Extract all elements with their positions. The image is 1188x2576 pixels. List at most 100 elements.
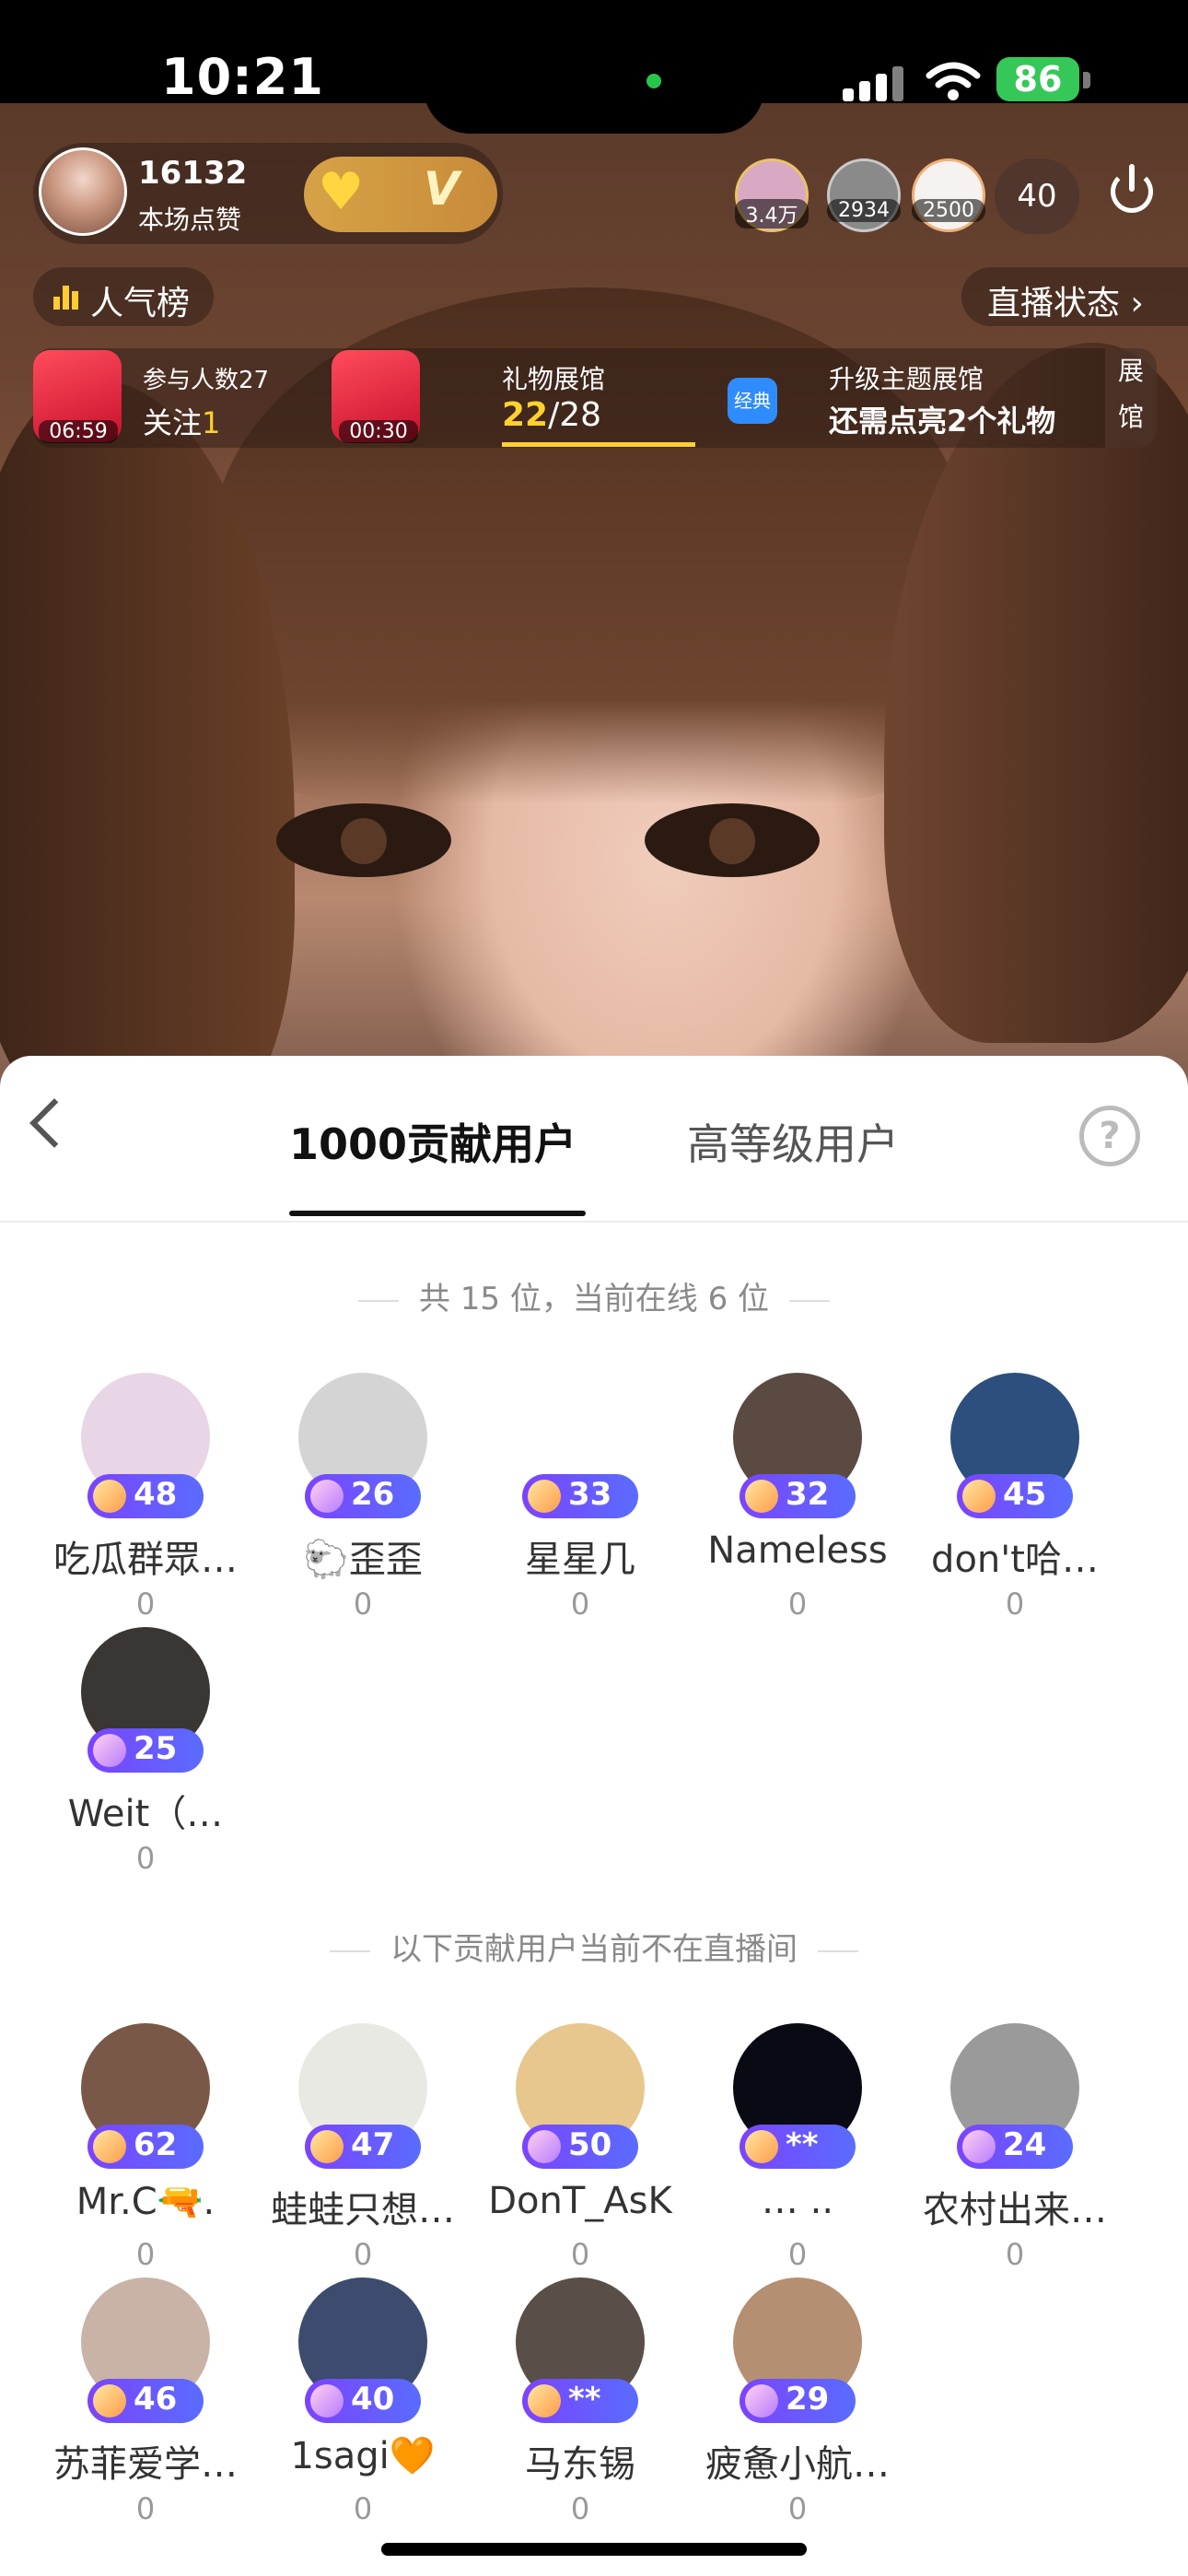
user-name: 蛙蛙只想…: [271, 2189, 455, 2231]
user-contribution-score: 0: [135, 1587, 156, 1622]
level-gem-icon: [93, 1480, 126, 1513]
cellular-signal-icon: [843, 64, 907, 101]
host-avatar[interactable]: [39, 147, 127, 236]
user-contribution-score: 0: [135, 2237, 156, 2272]
camera-indicator-dot: [646, 74, 661, 88]
level-number: 62: [134, 2126, 178, 2163]
user-contribution-score: 0: [135, 1841, 156, 1876]
popularity-rank-label: 人气榜: [90, 285, 191, 322]
user-name: 星星几: [525, 1539, 635, 1581]
level-badge: **: [740, 2125, 856, 2169]
help-icon[interactable]: ?: [1079, 1106, 1140, 1166]
upgrade-showroom-hint: 还需点亮2个礼物: [829, 404, 1056, 439]
contributor-user[interactable]: 29 疲惫小航… 0: [689, 2277, 906, 2554]
gift-hall-label[interactable]: 礼物展馆: [502, 359, 605, 396]
level-number: 32: [786, 1476, 830, 1513]
contributor-user[interactable]: 46 苏菲爱学… 0: [37, 2277, 254, 2554]
showroom-side-tab[interactable]: 展 馆: [1105, 348, 1157, 448]
contributor-user[interactable]: 40 1sagi🧡 0: [254, 2277, 472, 2554]
user-name: … ..: [761, 2180, 834, 2222]
user-contribution-score: 0: [787, 2237, 808, 2272]
level-badge: 25: [87, 1728, 204, 1773]
level-gem-icon: [745, 2384, 778, 2418]
top-viewer-count-3: 2500: [912, 199, 985, 222]
user-name: Mr.C🔫.: [76, 2181, 215, 2223]
level-badge: **: [522, 2379, 638, 2423]
level-gem-icon: [310, 1480, 344, 1513]
battery-cap: [1083, 72, 1090, 88]
status-time: 10:21: [161, 48, 324, 106]
level-gem-icon: [962, 1480, 996, 1513]
upgrade-showroom-label[interactable]: 升级主题展馆: [829, 359, 984, 396]
level-number: 48: [134, 1476, 178, 1513]
user-name: 1sagi🧡: [290, 2435, 436, 2477]
level-badge: 48: [87, 1474, 204, 1518]
host-like-label: 本场点赞: [138, 205, 242, 235]
level-number: 25: [134, 1730, 178, 1767]
gift-hall-progress: 22/28: [502, 396, 602, 434]
tab-divider: [0, 1221, 1188, 1223]
level-badge: 47: [305, 2125, 421, 2169]
live-video[interactable]: [0, 103, 1188, 1098]
user-contribution-score: 0: [1005, 1587, 1025, 1622]
level-gem-icon: [528, 2130, 561, 2163]
user-contribution-score: 0: [570, 2237, 590, 2272]
contributor-user[interactable]: 25 Weit（… 0: [37, 1627, 254, 1903]
contributor-user[interactable]: ** … .. 0: [689, 2023, 906, 2300]
level-badge: 45: [957, 1474, 1073, 1518]
power-icon-bar: [1129, 164, 1135, 192]
level-gem-icon: [310, 2130, 344, 2163]
tab-active-indicator: [289, 1211, 586, 1216]
contributor-user[interactable]: 47 蛙蛙只想… 0: [254, 2023, 472, 2300]
tab-high-level-users[interactable]: 高等级用户: [687, 1111, 899, 1172]
v-icon: V: [424, 162, 460, 216]
level-number: 40: [351, 2381, 395, 2418]
level-badge: 50: [522, 2125, 638, 2169]
user-name: 🐑歪歪: [303, 1539, 423, 1581]
contributor-user[interactable]: 50 DonT_AsK 0: [472, 2023, 689, 2300]
contributor-user[interactable]: ** 马东锡 0: [472, 2277, 689, 2554]
offline-section-header: 以下贡献用户当前不在直播间: [0, 1924, 1188, 1969]
level-badge: 32: [740, 1474, 856, 1518]
home-indicator: [381, 2543, 807, 2556]
user-name: Nameless: [707, 1529, 888, 1572]
user-contribution-score: 0: [787, 2491, 808, 2526]
tab-contributors[interactable]: 1000贡献用户: [289, 1111, 577, 1172]
level-gem-icon: [745, 2130, 778, 2163]
top-viewer-count-1: 3.4万: [735, 199, 809, 228]
level-gem-icon: [93, 2384, 126, 2418]
level-number: **: [568, 2381, 601, 2418]
contributor-user[interactable]: 62 Mr.C🔫. 0: [37, 2023, 254, 2300]
level-badge: 26: [305, 1474, 421, 1518]
level-gem-icon: [528, 1480, 561, 1513]
contributor-user[interactable]: 24 农村出来… 0: [906, 2023, 1124, 2300]
heart-icon: ♥: [318, 162, 365, 222]
contributor-user[interactable]: 33 星星几 0: [472, 1373, 689, 1649]
level-gem-icon: [528, 2384, 561, 2418]
level-gem-icon: [745, 1480, 778, 1513]
red-packet-participants: 参与人数27: [143, 367, 270, 394]
user-name: 农村出来…: [923, 2189, 1107, 2231]
contributor-user[interactable]: 45 don't哈… 0: [906, 1373, 1124, 1649]
level-number: 26: [351, 1476, 395, 1513]
viewer-total-button[interactable]: 40: [995, 158, 1079, 234]
contributor-user[interactable]: 26 🐑歪歪 0: [254, 1373, 472, 1649]
user-name: DonT_AsK: [488, 2180, 672, 2222]
level-number: 47: [351, 2126, 395, 2163]
level-gem-icon: [962, 2130, 996, 2163]
contributor-user[interactable]: 48 吃瓜群眾… 0: [37, 1373, 254, 1649]
level-badge: 24: [957, 2125, 1073, 2169]
level-badge: 62: [87, 2125, 204, 2169]
user-contribution-score: 0: [787, 1587, 808, 1622]
user-contribution-score: 0: [353, 2237, 373, 2272]
level-number: 29: [786, 2381, 830, 2418]
user-name: 疲惫小航…: [705, 2443, 890, 2486]
host-like-count: 16132: [138, 155, 248, 192]
notch: [424, 0, 764, 134]
level-number: 50: [568, 2126, 612, 2163]
contributor-user[interactable]: 32 Nameless 0: [689, 1373, 906, 1649]
level-number: 24: [1003, 2126, 1047, 2163]
level-gem-icon: [310, 2384, 344, 2418]
level-gem-icon: [93, 2130, 126, 2163]
level-badge: 29: [740, 2379, 856, 2423]
